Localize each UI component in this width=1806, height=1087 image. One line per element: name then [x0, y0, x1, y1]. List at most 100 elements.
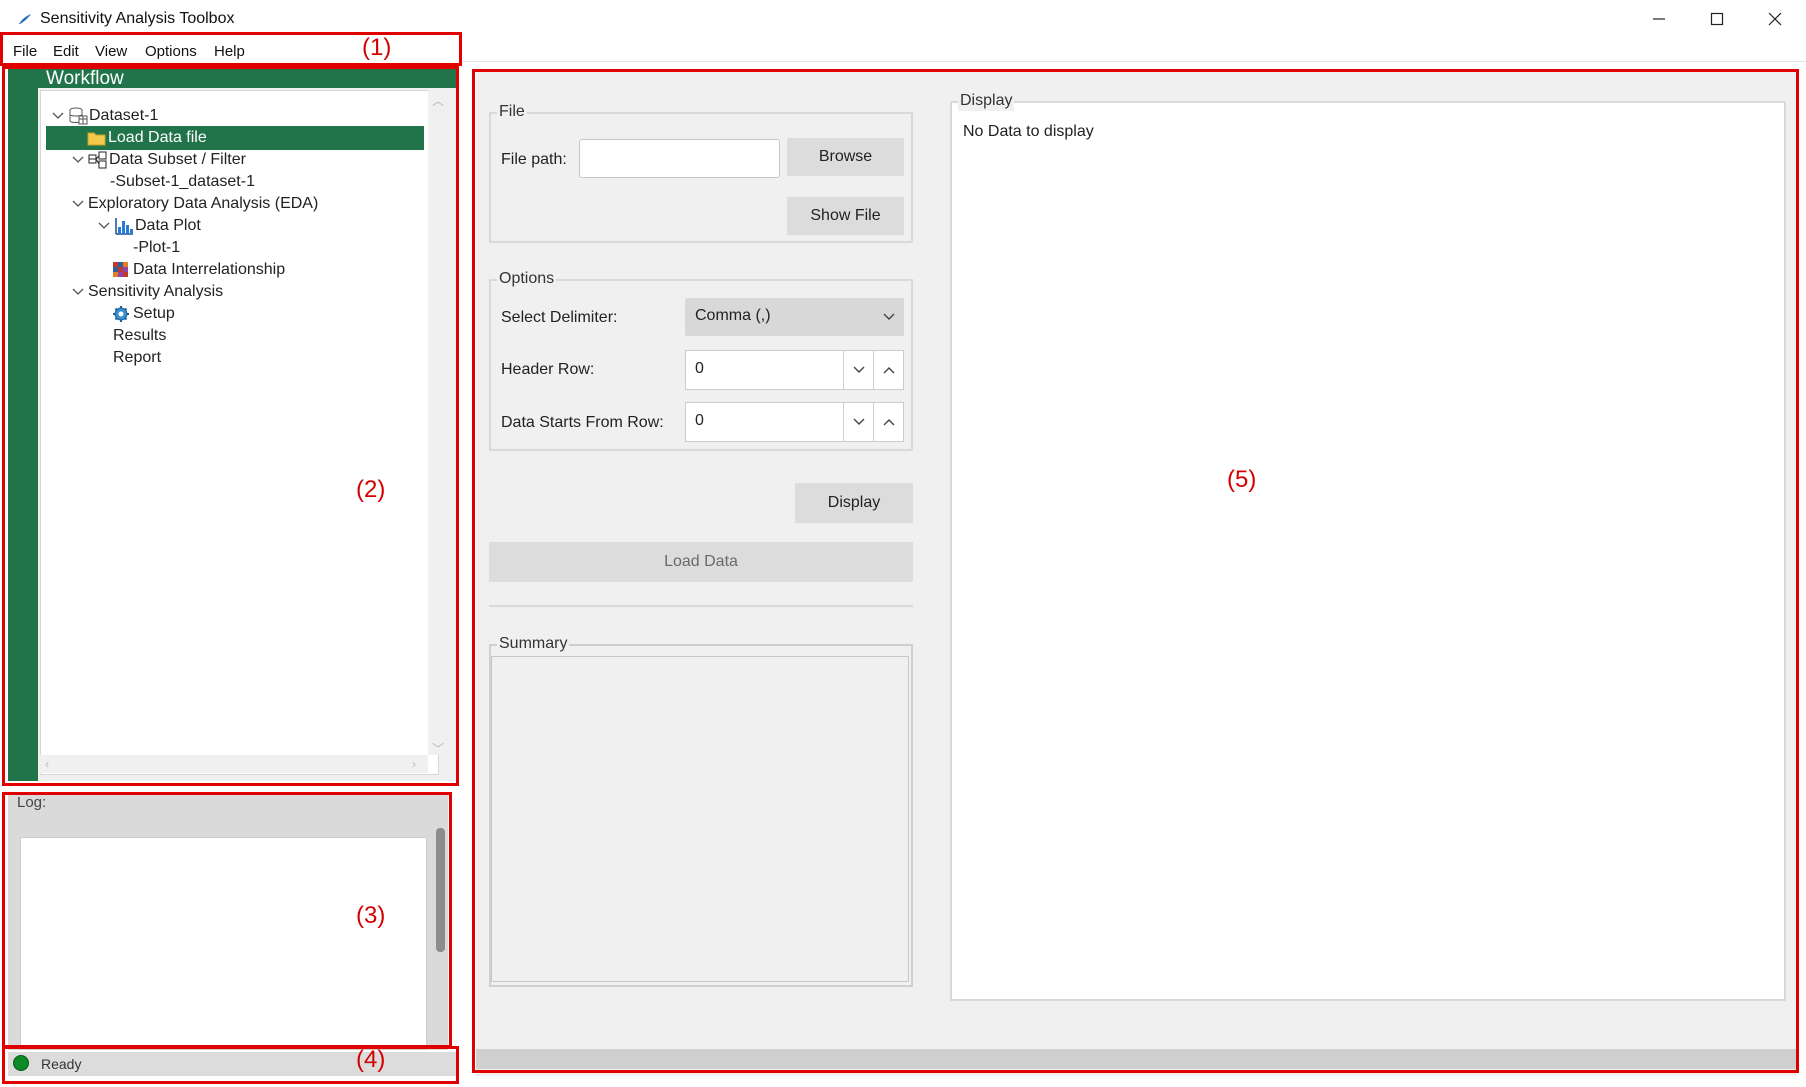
tree-node-label: Load Data file [108, 129, 207, 146]
data-start-decrement-button[interactable] [843, 403, 873, 441]
file-path-input[interactable] [579, 139, 780, 178]
file-path-label: File path: [501, 151, 567, 168]
plot-icon [115, 218, 133, 235]
tree-node-eda[interactable]: Exploratory Data Analysis (EDA) [70, 192, 318, 216]
minimize-icon [1653, 18, 1665, 20]
header-row-spinner[interactable]: 0 [685, 350, 904, 390]
gear-icon [113, 306, 129, 322]
menu-edit[interactable]: Edit [53, 43, 79, 60]
close-button[interactable] [1746, 0, 1804, 38]
load-data-button[interactable]: Load Data [489, 542, 913, 582]
tree-node-label: Data Subset / Filter [109, 151, 246, 168]
status-bar: Ready [8, 1052, 456, 1076]
delimiter-select[interactable]: Comma (,) [685, 298, 904, 336]
database-icon [69, 107, 88, 125]
tree-node-label: -Plot-1 [133, 239, 181, 256]
file-groupbox: File File path: Browse Show File [489, 102, 913, 243]
tree-node-data-subset[interactable]: Data Subset / Filter [70, 148, 246, 172]
header-row-increment-button[interactable] [873, 351, 903, 389]
main-panel: File File path: Browse Show File Options… [476, 71, 1796, 1076]
display-button[interactable]: Display [795, 483, 913, 523]
options-group-title: Options [497, 269, 557, 289]
annotation-label-4: (4) [356, 1046, 386, 1073]
options-groupbox: Options Select Delimiter: Comma (,) Head… [489, 269, 913, 451]
tree-node-load-data-file[interactable]: Load Data file [46, 126, 424, 150]
menu-file[interactable]: File [13, 43, 37, 60]
display-message: No Data to display [963, 123, 1094, 140]
scroll-left-icon[interactable]: ‹ [45, 757, 49, 771]
tree-node-label: Dataset-1 [89, 107, 159, 124]
tree-horizontal-scrollbar[interactable]: ‹ › [40, 755, 428, 773]
log-scrollbar[interactable] [436, 828, 445, 952]
delimiter-label: Select Delimiter: [501, 309, 618, 326]
data-start-label: Data Starts From Row: [501, 414, 664, 431]
app-feather-icon [18, 12, 32, 30]
header-row-label: Header Row: [501, 361, 595, 378]
menu-help[interactable]: Help [214, 43, 245, 60]
chevron-down-icon [853, 366, 864, 373]
summary-textarea[interactable] [491, 656, 909, 982]
scroll-right-icon[interactable]: › [412, 757, 416, 771]
annotation-label-5: (5) [1227, 466, 1257, 493]
chevron-down-icon[interactable] [70, 152, 86, 168]
tree-node-subset-item[interactable]: -Subset-1_dataset-1 [110, 170, 255, 194]
tree-node-data-interrelationship[interactable]: Data Interrelationship [112, 258, 285, 282]
tree-node-label: Setup [133, 305, 175, 322]
heatmap-icon [113, 262, 128, 277]
scroll-down-icon[interactable]: ﹀ [432, 740, 444, 757]
annotation-label-2: (2) [356, 476, 386, 503]
tree-node-setup[interactable]: Setup [112, 302, 175, 326]
tree-node-sensitivity-analysis[interactable]: Sensitivity Analysis [70, 280, 223, 304]
tree-node-label: Exploratory Data Analysis (EDA) [88, 195, 319, 212]
status-indicator-icon [13, 1055, 29, 1071]
scroll-up-icon[interactable]: ︿ [432, 92, 444, 109]
minimize-button[interactable] [1630, 0, 1688, 38]
folder-icon [87, 132, 106, 146]
delimiter-value: Comma (,) [695, 307, 771, 324]
tree-node-report[interactable]: Report [113, 346, 161, 370]
tree-vertical-scrollbar[interactable]: ︿ ﹀ [428, 90, 446, 757]
tree-node-label: Data Plot [135, 217, 201, 234]
workflow-tree[interactable]: Dataset-1 Load Data file Data Subset / F… [40, 90, 439, 775]
menu-view[interactable]: View [95, 43, 127, 60]
chevron-down-icon[interactable] [70, 284, 86, 300]
show-file-button[interactable]: Show File [787, 197, 904, 235]
menu-divider [462, 61, 1806, 62]
tree-node-label: Report [113, 349, 162, 366]
chevron-down-icon[interactable] [50, 108, 66, 124]
chevron-down-icon [883, 313, 895, 320]
summary-groupbox: Summary [489, 634, 913, 987]
annotation-label-3: (3) [356, 902, 386, 929]
summary-group-title: Summary [497, 634, 570, 654]
tree-node-data-plot[interactable]: Data Plot [96, 214, 201, 238]
chevron-down-icon[interactable] [70, 196, 86, 212]
close-icon [1768, 12, 1782, 26]
workflow-header: Workflow [38, 69, 456, 88]
file-group-title: File [497, 102, 527, 122]
display-groupbox: Display No Data to display [950, 91, 1786, 1001]
tree-node-label: Sensitivity Analysis [88, 283, 224, 300]
maximize-button[interactable] [1688, 0, 1746, 38]
header-row-value: 0 [695, 360, 704, 377]
chevron-up-icon [883, 419, 894, 426]
menu-options[interactable]: Options [145, 43, 197, 60]
browse-button[interactable]: Browse [787, 138, 904, 176]
title-bar: Sensitivity Analysis Toolbox [0, 0, 1806, 38]
tree-node-label: -Subset-1_dataset-1 [110, 173, 255, 190]
tree-node-plot-item[interactable]: -Plot-1 [133, 236, 180, 260]
chevron-down-icon[interactable] [96, 218, 112, 234]
separator [489, 605, 913, 607]
display-group-title: Display [958, 91, 1015, 111]
data-start-increment-button[interactable] [873, 403, 903, 441]
tree-node-dataset[interactable]: Dataset-1 [50, 104, 158, 128]
log-textarea[interactable] [20, 837, 427, 1050]
window-title: Sensitivity Analysis Toolbox [40, 10, 235, 27]
subset-icon [88, 151, 107, 169]
tree-node-results[interactable]: Results [113, 324, 166, 348]
header-row-decrement-button[interactable] [843, 351, 873, 389]
data-start-spinner[interactable]: 0 [685, 402, 904, 442]
tree-node-label: Results [113, 327, 167, 344]
workflow-side-strip [8, 69, 38, 781]
workflow-panel: Workflow Dataset-1 Load Data file Data S… [8, 69, 456, 781]
log-label: Log: [17, 794, 47, 811]
